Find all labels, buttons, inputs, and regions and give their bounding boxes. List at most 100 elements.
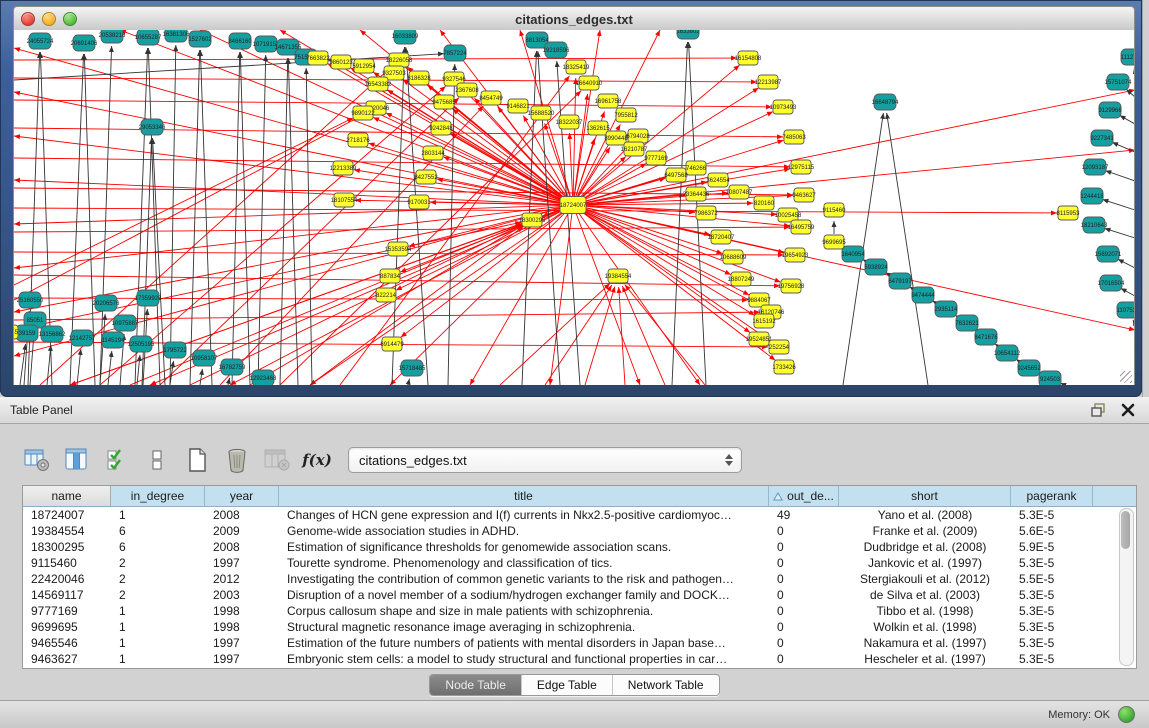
graph-node[interactable]: 1112752	[1121, 49, 1135, 65]
graph-node[interactable]: 18720407	[708, 230, 735, 244]
select-none-icon[interactable]	[142, 445, 172, 475]
select-all-check-icon[interactable]	[102, 445, 132, 475]
graph-node[interactable]: 29053346	[139, 119, 166, 135]
graph-node[interactable]: 19384554	[605, 269, 632, 283]
graph-node[interactable]: 18210643	[1081, 217, 1108, 233]
graph-node[interactable]: 16543382	[365, 77, 392, 91]
column-header-short[interactable]: short	[839, 486, 1011, 506]
canvas-resize-grip[interactable]	[1120, 371, 1132, 383]
float-panel-icon[interactable]	[1091, 403, 1107, 417]
graph-node[interactable]: 16154808	[735, 51, 762, 65]
graph-node[interactable]: 10973493	[770, 100, 797, 114]
graph-node[interactable]: 25160550	[17, 292, 44, 308]
graph-node[interactable]: 19654923	[782, 248, 809, 262]
graph-node[interactable]: 10958107	[191, 350, 218, 366]
graph-node[interactable]: 16961758	[595, 94, 622, 108]
graph-node[interactable]: 1640954	[841, 246, 865, 262]
graph-node[interactable]: 12505195	[128, 336, 155, 352]
graph-node[interactable]: 15688520	[528, 106, 555, 120]
graph-node[interactable]: 18724007	[560, 197, 587, 214]
graph-node[interactable]: 10655287	[135, 30, 162, 45]
graph-node[interactable]: 6497568	[664, 168, 688, 182]
table-settings-icon[interactable]	[22, 445, 52, 475]
graph-node[interactable]: 9115460	[823, 203, 847, 217]
graph-node[interactable]: 746266	[686, 161, 707, 175]
tab-edge-table[interactable]: Edge Table	[521, 675, 612, 695]
column-header-title[interactable]: title	[279, 486, 769, 506]
network-canvas[interactable]: 2405572420691406205382161065528716381306…	[14, 30, 1135, 385]
graph-node[interactable]: 9777169	[644, 151, 668, 165]
graph-node[interactable]: 8454749	[479, 91, 503, 105]
graph-node[interactable]: 8186328	[407, 71, 431, 85]
graph-node[interactable]: 9860123	[329, 55, 353, 69]
graph-node[interactable]: 12142757	[69, 330, 96, 346]
function-builder-icon[interactable]: f(x)	[302, 445, 332, 475]
table-row[interactable]: 1456911722003Disruption of a novel membe…	[23, 587, 1136, 603]
graph-node[interactable]: 18322037	[556, 115, 583, 129]
graph-node[interactable]: 23364436	[683, 187, 710, 201]
column-header-name[interactable]: name	[23, 486, 111, 506]
graph-node[interactable]: 887834	[380, 269, 401, 283]
column-header-pagerank[interactable]: pagerank	[1011, 486, 1093, 506]
graph-node[interactable]: 7955812	[614, 108, 638, 122]
graph-node[interactable]: 5938924	[864, 259, 888, 275]
graph-node[interactable]: 7663822	[306, 51, 330, 65]
graph-node[interactable]: 20691406	[71, 35, 98, 51]
graph-node[interactable]: 24055724	[27, 33, 54, 49]
graph-node[interactable]: 16648794	[872, 94, 899, 110]
graph-node[interactable]: 17016504	[1098, 275, 1125, 291]
graph-node[interactable]: 18807249	[728, 272, 755, 286]
graph-node[interactable]: 18325419	[563, 60, 590, 74]
graph-node[interactable]: 790545	[14, 325, 19, 339]
graph-node[interactable]: 15718485	[399, 360, 426, 376]
table-row[interactable]: 946554611997Estimation of the future num…	[23, 635, 1136, 651]
graph-node[interactable]: 18300295	[519, 213, 546, 227]
graph-node[interactable]: 2367608	[455, 83, 479, 97]
table-row[interactable]: 2242004622012Investigating the contribut…	[23, 571, 1136, 587]
table-row[interactable]: 946362711997Embryonic stem cells: a mode…	[23, 651, 1136, 667]
graph-node[interactable]: 15692071	[1095, 246, 1122, 262]
graph-node[interactable]: 5912954	[352, 59, 376, 73]
graph-node[interactable]: 12213389	[330, 161, 357, 175]
show-columns-icon[interactable]	[62, 445, 92, 475]
graph-node[interactable]: 17359928	[135, 290, 162, 306]
table-row[interactable]: 1872400712008Changes of HCN gene express…	[23, 507, 1136, 523]
table-row[interactable]: 977716911998Corpus callosum shape and si…	[23, 603, 1136, 619]
graph-node[interactable]: 13156862	[39, 326, 66, 342]
graph-node[interactable]: 12923468	[250, 370, 277, 385]
graph-node[interactable]: 9474444	[911, 287, 935, 303]
graph-node[interactable]: 10975887	[112, 315, 139, 331]
graph-node[interactable]: 1733426	[772, 360, 796, 374]
graph-node[interactable]: 822214	[376, 288, 397, 302]
column-header-year[interactable]: year	[205, 486, 279, 506]
graph-node[interactable]: 12093187	[1082, 159, 1109, 175]
table-row[interactable]: 911546021997Tourette syndrome. Phenomeno…	[23, 555, 1136, 571]
memory-status-led[interactable]	[1118, 706, 1135, 723]
graph-node[interactable]: 7986372	[694, 206, 718, 220]
graph-node[interactable]: 16782759	[219, 359, 246, 375]
column-header-in-degree[interactable]: in_degree	[111, 486, 205, 506]
graph-node[interactable]: 8471676	[974, 329, 998, 345]
scrollbar-thumb[interactable]	[1121, 511, 1130, 549]
graph-node[interactable]: 9227341	[1090, 130, 1114, 146]
graph-node[interactable]: 2718176	[346, 133, 370, 147]
graph-node[interactable]: 10654112	[994, 345, 1021, 361]
graph-node[interactable]: 7632621	[955, 315, 979, 331]
graph-node[interactable]: 20206576	[93, 295, 120, 311]
table-selector[interactable]: citations_edges.txt	[348, 447, 742, 473]
graph-node[interactable]: 12213987	[755, 75, 782, 89]
graph-node[interactable]: 924503	[1039, 371, 1061, 385]
graph-node[interactable]: 820160	[754, 196, 775, 210]
table-row[interactable]: 969969511998Structural magnetic resonanc…	[23, 619, 1136, 635]
graph-node[interactable]: 9699695	[822, 235, 846, 249]
graph-node[interactable]: 9129966	[1098, 102, 1122, 118]
graph-node[interactable]: 16640910	[576, 76, 603, 90]
graph-node[interactable]: 1527602	[188, 31, 212, 47]
graph-node[interactable]: 9242848	[429, 121, 453, 135]
graph-node[interactable]: 2803144	[421, 146, 445, 160]
graph-node[interactable]: 20538216	[99, 30, 126, 43]
graph-node[interactable]: 6914479	[380, 337, 404, 351]
new-document-icon[interactable]	[182, 445, 212, 475]
table-scrollbar[interactable]	[1119, 508, 1134, 666]
graph-node[interactable]: 10688609	[720, 250, 747, 264]
